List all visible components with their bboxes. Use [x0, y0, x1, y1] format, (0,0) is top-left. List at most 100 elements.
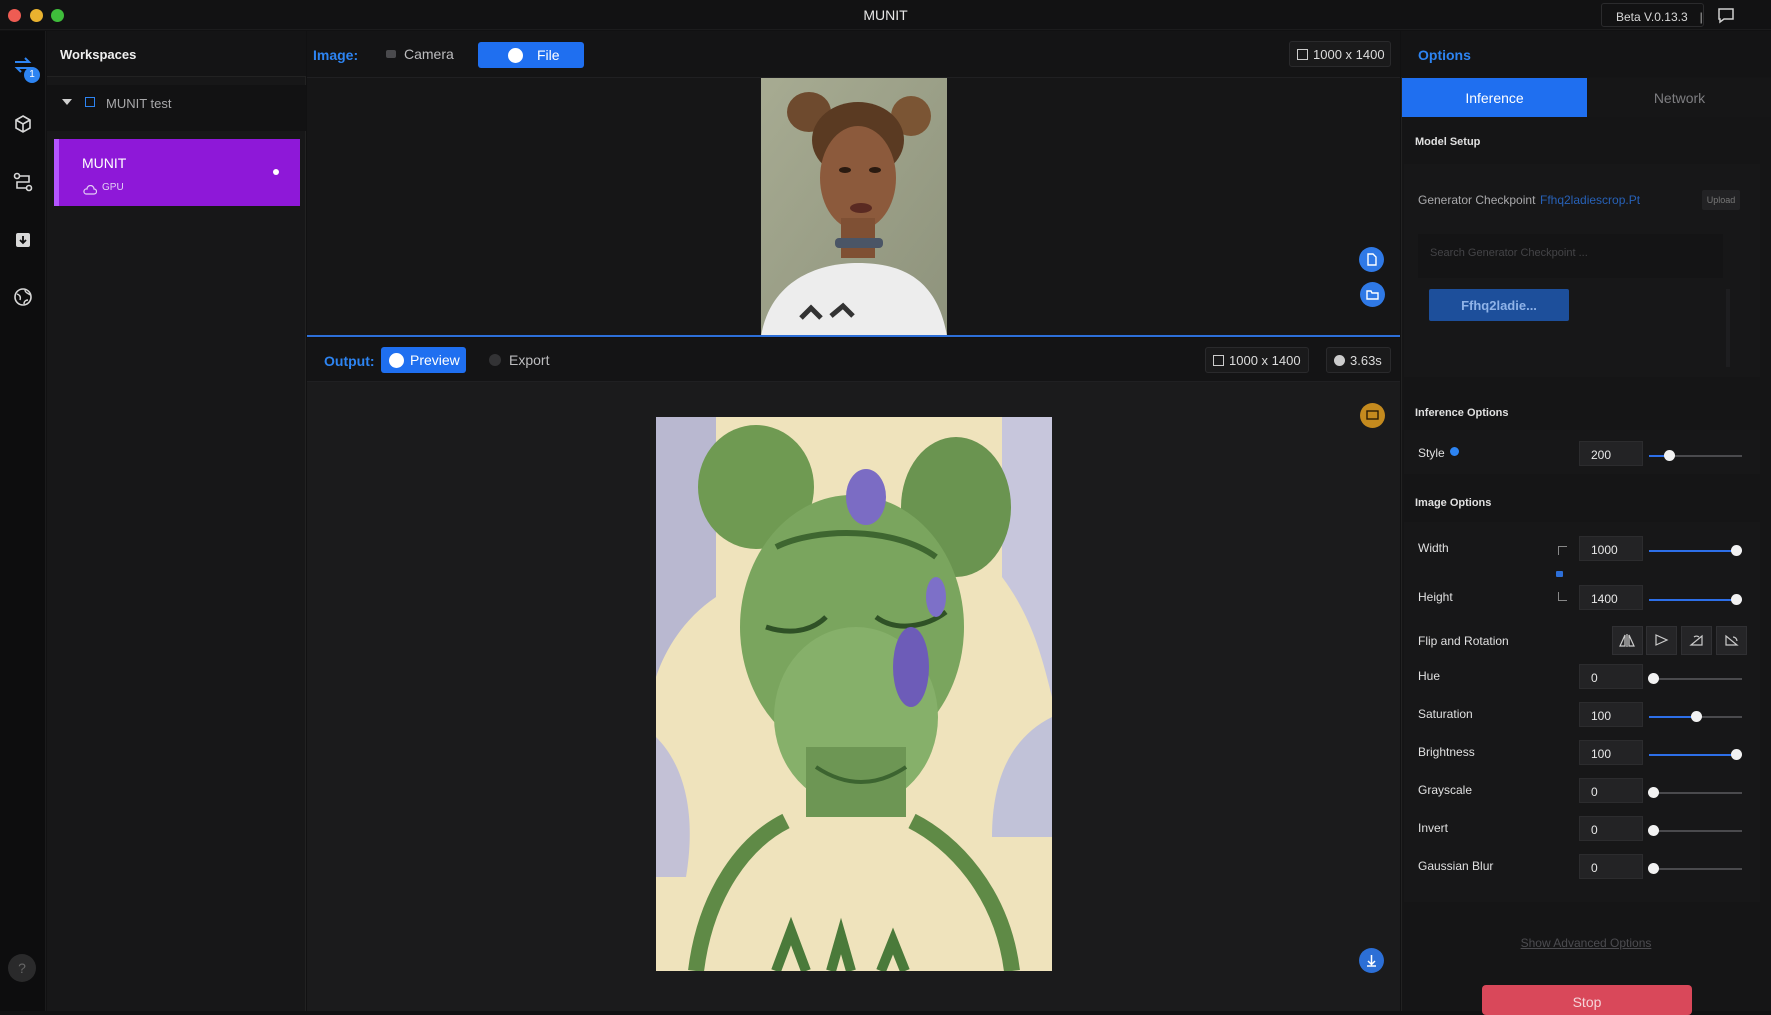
tab-network[interactable]: Network	[1588, 78, 1771, 117]
output-dimensions-badge: 1000 x 1400	[1205, 347, 1309, 373]
resize-icon	[1213, 355, 1224, 366]
height-input[interactable]: 1400	[1579, 585, 1643, 610]
download-icon[interactable]	[1359, 948, 1384, 973]
gaussian-blur-label: Gaussian Blur	[1418, 859, 1494, 873]
image-label: Image:	[313, 47, 359, 63]
grayscale-input[interactable]: 0	[1579, 778, 1643, 803]
cube-icon[interactable]	[12, 113, 34, 135]
hue-input[interactable]: 0	[1579, 664, 1643, 689]
clock-icon	[1334, 355, 1345, 366]
height-label: Height	[1418, 590, 1453, 604]
slider-fill	[1649, 716, 1696, 718]
generator-checkpoint-value[interactable]: Ffhq2ladiescrop.Pt	[1540, 193, 1640, 207]
model-setup-title: Model Setup	[1415, 136, 1481, 148]
tab-inference[interactable]: Inference	[1402, 78, 1587, 117]
pipeline-icon[interactable]	[12, 171, 34, 193]
scrollbar[interactable]	[1726, 289, 1730, 367]
folder-icon[interactable]	[1360, 282, 1385, 307]
gaussian-blur-input[interactable]: 0	[1579, 854, 1643, 879]
slider-fill	[1649, 599, 1737, 601]
style-input[interactable]: 200	[1579, 441, 1643, 466]
image-toolbar	[307, 31, 1400, 78]
inference-time: 3.63s	[1350, 353, 1382, 368]
checkpoint-search-input[interactable]: Search Generator Checkpoint ...	[1418, 234, 1723, 278]
notification-badge: 1	[24, 67, 40, 83]
hue-slider[interactable]	[1647, 673, 1742, 684]
invert-slider[interactable]	[1647, 825, 1742, 836]
camera-button[interactable]: Camera	[381, 41, 461, 67]
resize-icon	[1297, 49, 1308, 60]
inference-options-title: Inference Options	[1415, 407, 1509, 419]
preview-label: Preview	[410, 352, 460, 368]
output-dimensions: 1000 x 1400	[1229, 353, 1301, 368]
document-icon[interactable]	[1359, 247, 1384, 272]
brightness-input[interactable]: 100	[1579, 740, 1643, 765]
workspace-tree-item[interactable]	[47, 85, 306, 131]
frame-icon	[85, 97, 95, 107]
info-icon[interactable]	[1450, 447, 1459, 456]
slider-knob[interactable]	[1647, 863, 1659, 874]
lock-icon[interactable]	[1556, 571, 1563, 577]
input-dimensions: 1000 x 1400	[1313, 47, 1385, 62]
nav-rail: 1 ?	[0, 31, 46, 1011]
workspace-tree-label: MUNIT test	[106, 96, 172, 111]
width-slider[interactable]	[1649, 545, 1743, 556]
flip-vertical-icon[interactable]	[1646, 626, 1677, 655]
workspaces-title: Workspaces	[60, 47, 137, 62]
rotate-right-icon[interactable]	[1716, 626, 1747, 655]
slider-knob[interactable]	[1647, 787, 1659, 798]
download-box-icon[interactable]	[12, 229, 34, 251]
slider-knob[interactable]	[1647, 673, 1659, 684]
link-bracket-icon	[1558, 546, 1567, 555]
width-label: Width	[1418, 541, 1449, 555]
image-options-title: Image Options	[1415, 497, 1492, 509]
eye-icon	[389, 353, 404, 368]
status-dot-icon	[273, 169, 279, 175]
slider-knob[interactable]	[1647, 825, 1659, 836]
split-divider[interactable]	[307, 335, 1400, 337]
export-button[interactable]: Export	[487, 347, 567, 373]
chat-icon[interactable]	[1716, 6, 1736, 24]
grayscale-slider[interactable]	[1647, 787, 1742, 798]
slider-knob[interactable]	[1690, 711, 1702, 722]
generator-checkpoint-label: Generator Checkpoint	[1418, 193, 1536, 207]
window-title: MUNIT	[863, 7, 908, 23]
upload-button[interactable]: Upload	[1702, 190, 1740, 210]
invert-label: Invert	[1418, 821, 1449, 835]
flip-rotation-label: Flip and Rotation	[1418, 634, 1509, 648]
preview-button[interactable]: Preview	[381, 347, 466, 373]
workspace-card-device: GPU	[102, 182, 124, 193]
style-slider[interactable]	[1649, 450, 1742, 461]
flip-horizontal-icon[interactable]	[1612, 626, 1643, 655]
file-button[interactable]: File	[478, 42, 584, 68]
show-advanced-options-link[interactable]: Show Advanced Options	[1401, 936, 1771, 950]
workspace-card-name: MUNIT	[82, 155, 127, 171]
globe-icon[interactable]	[12, 286, 34, 308]
help-button[interactable]: ?	[8, 954, 36, 982]
compare-icon[interactable]	[1360, 403, 1385, 428]
input-dimensions-badge: 1000 x 1400	[1289, 41, 1391, 67]
saturation-input[interactable]: 100	[1579, 702, 1643, 727]
output-image	[656, 417, 1052, 971]
height-slider[interactable]	[1649, 594, 1743, 605]
rotate-left-icon[interactable]	[1681, 626, 1712, 655]
camera-icon	[386, 50, 396, 58]
slider-fill	[1649, 550, 1737, 552]
saturation-slider[interactable]	[1649, 711, 1742, 722]
invert-input[interactable]: 0	[1579, 816, 1643, 841]
saturation-label: Saturation	[1418, 707, 1473, 721]
file-icon	[508, 48, 523, 63]
cloud-icon	[83, 182, 98, 200]
brightness-slider[interactable]	[1649, 749, 1743, 760]
gaussian-blur-slider[interactable]	[1647, 863, 1742, 874]
input-image	[761, 78, 947, 336]
checkpoint-chip[interactable]: Ffhq2ladie...	[1429, 289, 1569, 321]
style-label: Style	[1418, 446, 1445, 460]
link-bracket-icon	[1558, 592, 1567, 601]
options-title: Options	[1418, 47, 1471, 63]
width-input[interactable]: 1000	[1579, 536, 1643, 561]
version-label: Beta V.0.13.3	[1616, 10, 1688, 24]
grayscale-label: Grayscale	[1418, 783, 1473, 797]
version-badge: Beta V.0.13.3 |	[1601, 3, 1704, 27]
caret-down-icon[interactable]	[62, 99, 72, 105]
